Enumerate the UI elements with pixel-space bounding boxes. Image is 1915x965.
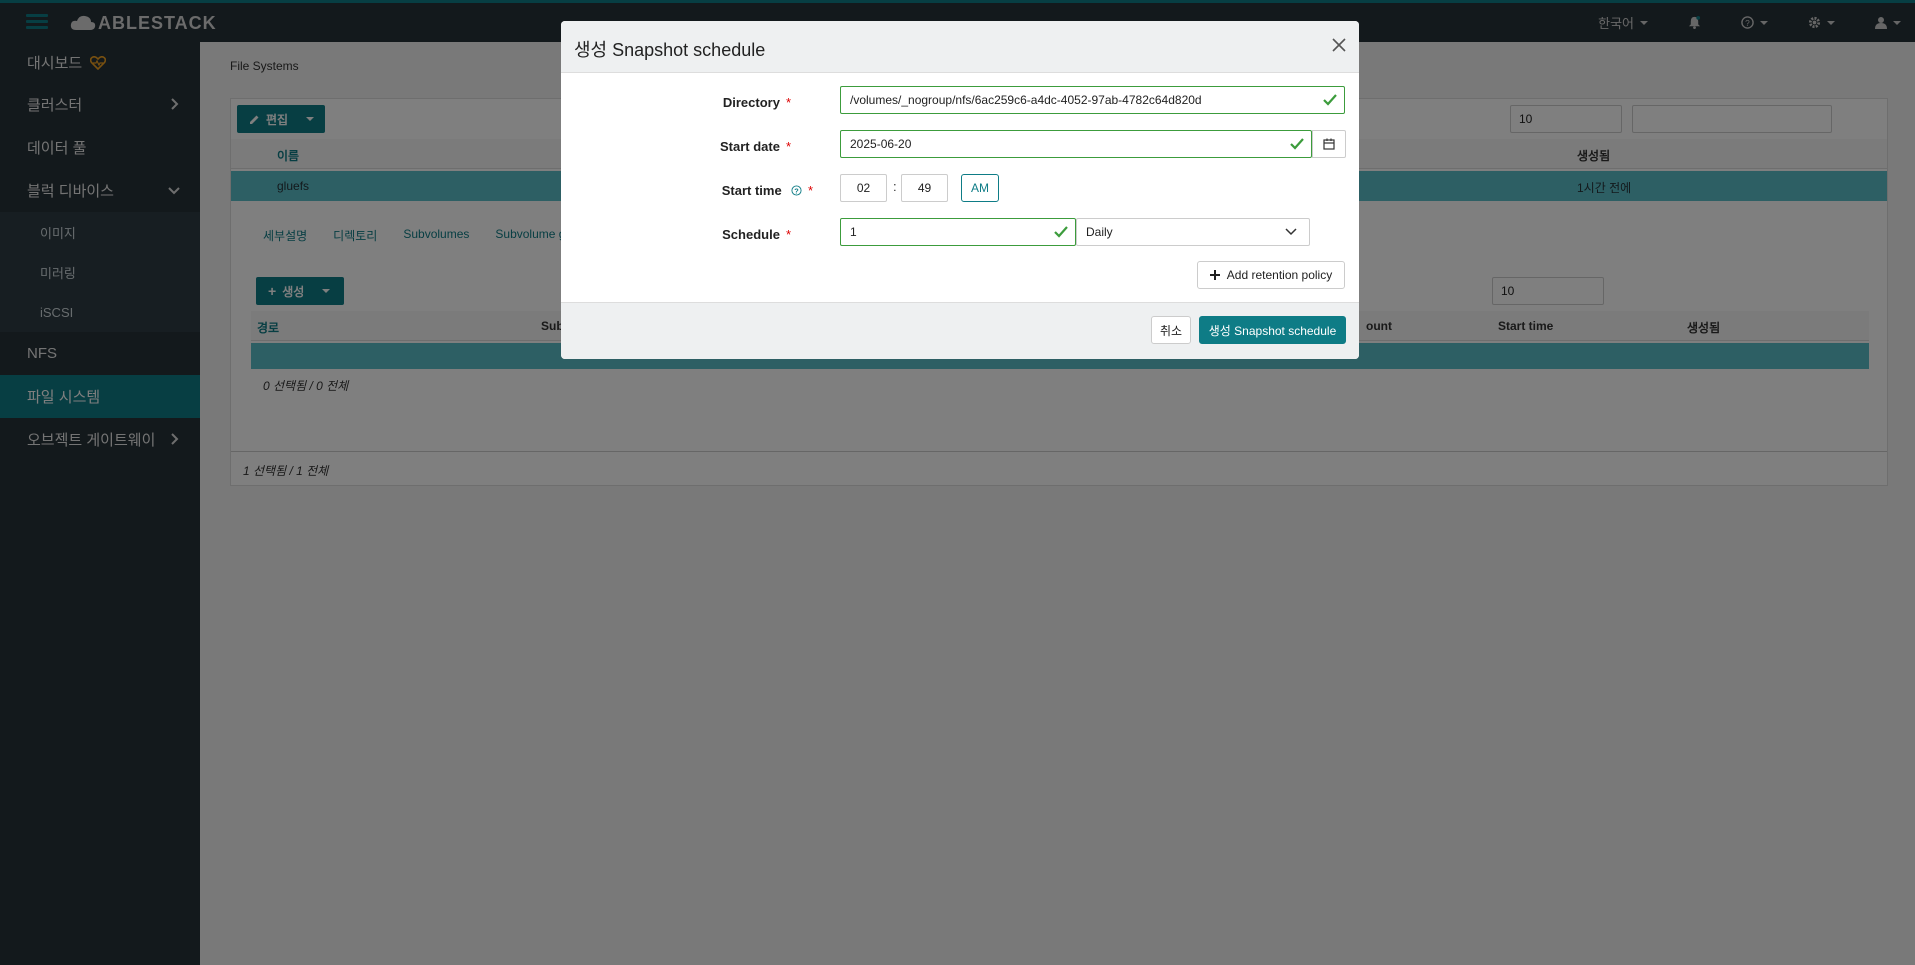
directory-value: /volumes/_nogroup/nfs/6ac259c6-a4dc-4052… [850,93,1202,107]
schedule-label-text: Schedule [722,227,780,242]
checkmark-icon [1290,138,1304,150]
start-date-input[interactable]: 2025-06-20 [840,130,1312,158]
create-snapshot-schedule-modal: 생성 Snapshot schedule Directory * /volumes… [561,21,1359,359]
required-mark: * [785,139,791,154]
modal-header: 생성 Snapshot schedule [561,21,1359,73]
plus-icon [1209,270,1220,280]
required-mark: * [807,183,813,198]
start-date-label-text: Start date [719,139,780,154]
calendar-button[interactable] [1312,130,1346,158]
start-time-label: Start time ? * [561,183,813,198]
required-mark: * [785,227,791,242]
schedule-unit-value: Daily [1086,225,1113,239]
start-date-value: 2025-06-20 [850,137,912,151]
start-date-label: Start date * [561,139,791,154]
schedule-interval-input[interactable]: 1 [840,218,1076,246]
svg-text:?: ? [795,186,800,195]
add-retention-policy-button[interactable]: Add retention policy [1197,261,1345,289]
cancel-button[interactable]: 취소 [1151,316,1191,344]
hour-input[interactable]: 02 [840,174,887,202]
directory-label-text: Directory [722,95,780,110]
schedule-label: Schedule * [561,227,791,242]
directory-input[interactable]: /volumes/_nogroup/nfs/6ac259c6-a4dc-4052… [840,86,1345,114]
checkmark-icon [1323,94,1337,106]
schedule-unit-select[interactable]: Daily [1076,218,1310,246]
checkmark-icon [1054,226,1068,238]
add-retention-policy-label: Add retention policy [1226,268,1333,282]
start-time-label-text: Start time [721,183,782,198]
directory-label: Directory * [561,95,791,110]
required-mark: * [785,95,791,110]
calendar-icon [1323,138,1335,150]
modal-title: 생성 Snapshot schedule [574,40,766,60]
close-icon[interactable] [1331,37,1347,53]
ampm-toggle[interactable]: AM [961,174,999,202]
schedule-interval-value: 1 [850,225,857,239]
chevron-down-icon [1285,228,1297,236]
time-separator: : [893,179,897,194]
minute-input[interactable]: 49 [901,174,948,202]
create-snapshot-schedule-button[interactable]: 생성 Snapshot schedule [1199,316,1346,344]
help-circle-icon[interactable]: ? [791,185,802,196]
modal-footer: 취소 생성 Snapshot schedule [561,302,1359,359]
